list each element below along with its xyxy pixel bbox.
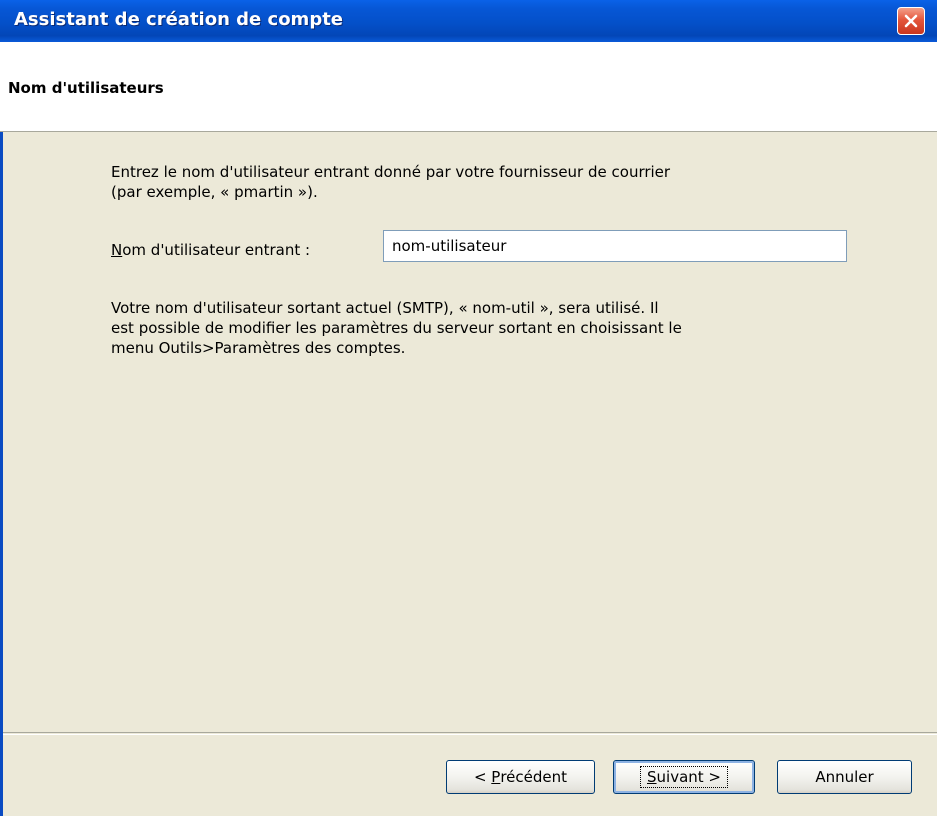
next-button[interactable]: Suivant >: [613, 760, 755, 794]
username-label-accelerator: N: [111, 241, 123, 259]
cancel-button[interactable]: Annuler: [777, 760, 912, 794]
close-icon: [904, 14, 918, 28]
previous-button-prefix: <: [473, 768, 492, 786]
wizard-content: Entrez le nom d'utilisateur entrant donn…: [3, 132, 937, 732]
username-label-text: om d'utilisateur entrant :: [122, 241, 311, 259]
username-input[interactable]: nom-utilisateur: [383, 230, 847, 262]
smtp-note-line-2: est possible de modifier les paramètres …: [111, 319, 682, 337]
next-button-label: uivant >: [656, 768, 721, 786]
window-title: Assistant de création de compte: [14, 9, 344, 30]
intro-line-2: (par exemple, « pmartin »).: [111, 183, 318, 201]
next-button-focus: Suivant >: [640, 766, 728, 788]
page-title: Nom d'utilisateurs: [8, 79, 164, 97]
intro-text: Entrez le nom d'utilisateur entrant donn…: [111, 162, 841, 202]
wizard-header: Nom d'utilisateurs: [0, 42, 937, 132]
close-button[interactable]: [897, 7, 925, 35]
account-wizard-window: Assistant de création de compte Nom d'ut…: [0, 0, 937, 816]
username-label: Nom d'utilisateur entrant :: [111, 240, 310, 260]
intro-line-1: Entrez le nom d'utilisateur entrant donn…: [111, 163, 671, 181]
smtp-note-line-3: menu Outils>Paramètres des comptes.: [111, 339, 406, 357]
title-bar[interactable]: Assistant de création de compte: [0, 0, 937, 42]
footer-divider: [3, 734, 937, 735]
cancel-button-label: Annuler: [815, 768, 874, 786]
previous-button-accelerator: P: [491, 768, 501, 786]
smtp-note: Votre nom d'utilisateur sortant actuel (…: [111, 298, 841, 358]
wizard-footer: < Précédent Suivant > Annuler: [3, 732, 937, 816]
previous-button-label: récédent: [500, 768, 568, 786]
previous-button[interactable]: < Précédent: [446, 760, 595, 794]
next-button-accelerator: S: [647, 768, 657, 786]
smtp-note-line-1: Votre nom d'utilisateur sortant actuel (…: [111, 299, 659, 317]
